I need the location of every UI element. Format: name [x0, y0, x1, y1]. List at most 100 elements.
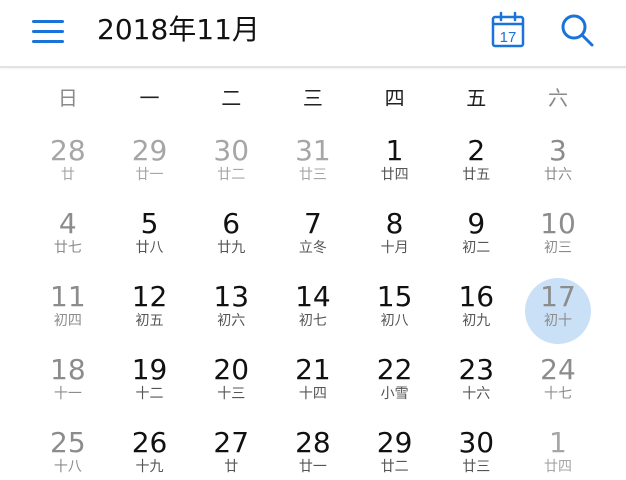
lunar-date: 十七	[543, 386, 572, 402]
day-cell[interactable]: 11 初四	[27, 274, 109, 347]
lunar-date: 廿四	[543, 459, 572, 475]
day-cell[interactable]: 9 初二	[435, 201, 517, 274]
day-number: 2	[467, 134, 486, 167]
day-number: 17	[540, 280, 576, 313]
day-cell[interactable]: 15 初八	[354, 274, 436, 347]
day-cell[interactable]: 13 初六	[190, 274, 272, 347]
day-cell[interactable]: 24 十七	[517, 347, 599, 420]
lunar-date: 十六	[462, 386, 491, 402]
day-cell[interactable]: 30 廿二	[190, 128, 272, 201]
lunar-date: 初七	[298, 313, 327, 329]
day-number: 16	[458, 280, 495, 313]
day-number: 29	[131, 134, 168, 167]
day-cell[interactable]: 27 廿	[190, 420, 272, 480]
today-button[interactable]: 17	[489, 11, 527, 49]
day-number: 15	[376, 280, 413, 313]
menu-icon	[32, 20, 64, 43]
lunar-date: 廿六	[543, 167, 572, 183]
day-number: 28	[295, 426, 331, 459]
day-number: 10	[540, 207, 576, 240]
day-cell[interactable]: 28 廿一	[272, 420, 354, 480]
day-number: 5	[140, 207, 159, 240]
day-cell[interactable]: 14 初七	[272, 274, 354, 347]
day-cell[interactable]: 31 廿三	[272, 128, 354, 201]
weekday-label: 六	[547, 86, 568, 110]
weekday-label: 日	[57, 86, 78, 110]
month-grid: 28 廿 29 廿一 30 廿二 31 廿三 1 廿四 2 廿五 3 廿六 4 廿七 5 廿八 6 廿九 7 立冬 8 十月 9…	[27, 128, 599, 480]
day-number: 14	[295, 280, 331, 313]
day-cell[interactable]: 25 十八	[27, 420, 109, 480]
day-number: 8	[385, 207, 404, 240]
app-header: 2018年11月 17	[0, 0, 626, 68]
day-number: 3	[549, 134, 567, 167]
day-cell[interactable]: 21 十四	[272, 347, 354, 420]
day-cell[interactable]: 29 廿一	[109, 128, 191, 201]
lunar-date: 初四	[53, 313, 82, 329]
day-cell[interactable]: 1 廿四	[354, 128, 436, 201]
day-cell[interactable]: 23 十六	[435, 347, 517, 420]
day-number: 22	[376, 353, 413, 386]
day-cell[interactable]: 10 初三	[517, 201, 599, 274]
calendar-app: 2018年11月 17 日一二三四五六 28 廿 29 廿一 30 廿二 31 廿三 1 廿四 2 廿…	[0, 0, 626, 480]
day-number: 4	[58, 207, 77, 240]
lunar-date: 廿四	[380, 167, 409, 183]
day-number: 26	[131, 426, 168, 459]
weekday-label: 五	[466, 86, 487, 110]
day-cell[interactable]: 3 廿六	[517, 128, 599, 201]
lunar-date: 廿二	[380, 459, 409, 475]
day-number: 1	[385, 134, 404, 167]
day-number: 31	[295, 134, 331, 167]
day-cell[interactable]: 7 立冬	[272, 201, 354, 274]
day-number: 13	[213, 280, 250, 313]
day-number: 7	[303, 207, 322, 240]
lunar-date: 廿七	[53, 240, 82, 256]
day-cell-today[interactable]: 17 初十	[517, 274, 599, 347]
calendar-today-icon: 17	[491, 11, 525, 48]
lunar-date: 廿八	[135, 240, 164, 256]
day-number: 9	[467, 207, 486, 240]
day-cell[interactable]: 16 初九	[435, 274, 517, 347]
day-cell[interactable]: 20 十三	[190, 347, 272, 420]
lunar-date: 初八	[380, 313, 409, 329]
weekday-label: 四	[384, 86, 405, 110]
day-number: 30	[213, 134, 250, 167]
lunar-date: 十四	[298, 386, 327, 402]
lunar-date: 十三	[217, 386, 246, 402]
day-cell[interactable]: 18 十一	[27, 347, 109, 420]
day-cell[interactable]: 26 十九	[109, 420, 191, 480]
lunar-date: 立冬	[298, 240, 327, 256]
weekday-header-row: 日一二三四五六	[27, 80, 599, 116]
day-cell[interactable]: 1 廿四	[517, 420, 599, 480]
day-cell[interactable]: 22 小雪	[354, 347, 436, 420]
lunar-date: 初三	[543, 240, 572, 256]
month-title[interactable]: 2018年11月	[97, 10, 260, 50]
lunar-date: 廿九	[217, 240, 246, 256]
day-cell[interactable]: 30 廿三	[435, 420, 517, 480]
day-cell[interactable]: 6 廿九	[190, 201, 272, 274]
lunar-date: 初九	[462, 313, 491, 329]
day-cell[interactable]: 29 廿二	[354, 420, 436, 480]
day-number: 18	[50, 353, 86, 386]
day-number: 28	[50, 134, 86, 167]
menu-button[interactable]	[30, 13, 66, 49]
day-cell[interactable]: 19 十二	[109, 347, 191, 420]
day-number: 19	[131, 353, 168, 386]
lunar-date: 廿二	[217, 167, 246, 183]
day-cell[interactable]: 5 廿八	[109, 201, 191, 274]
day-cell[interactable]: 8 十月	[354, 201, 436, 274]
day-cell[interactable]: 4 廿七	[27, 201, 109, 274]
lunar-date: 廿	[224, 459, 239, 475]
day-number: 21	[295, 353, 331, 386]
lunar-date: 小雪	[380, 386, 409, 402]
day-cell[interactable]: 12 初五	[109, 274, 191, 347]
day-cell[interactable]: 2 廿五	[435, 128, 517, 201]
lunar-date: 廿三	[462, 459, 491, 475]
lunar-date: 十九	[135, 459, 164, 475]
lunar-date: 廿一	[298, 459, 327, 475]
weekday-label: 三	[302, 86, 323, 110]
day-cell[interactable]: 28 廿	[27, 128, 109, 201]
search-button[interactable]	[558, 11, 596, 49]
day-number: 27	[213, 426, 250, 459]
lunar-date: 十二	[135, 386, 164, 402]
lunar-date: 廿	[60, 167, 75, 183]
